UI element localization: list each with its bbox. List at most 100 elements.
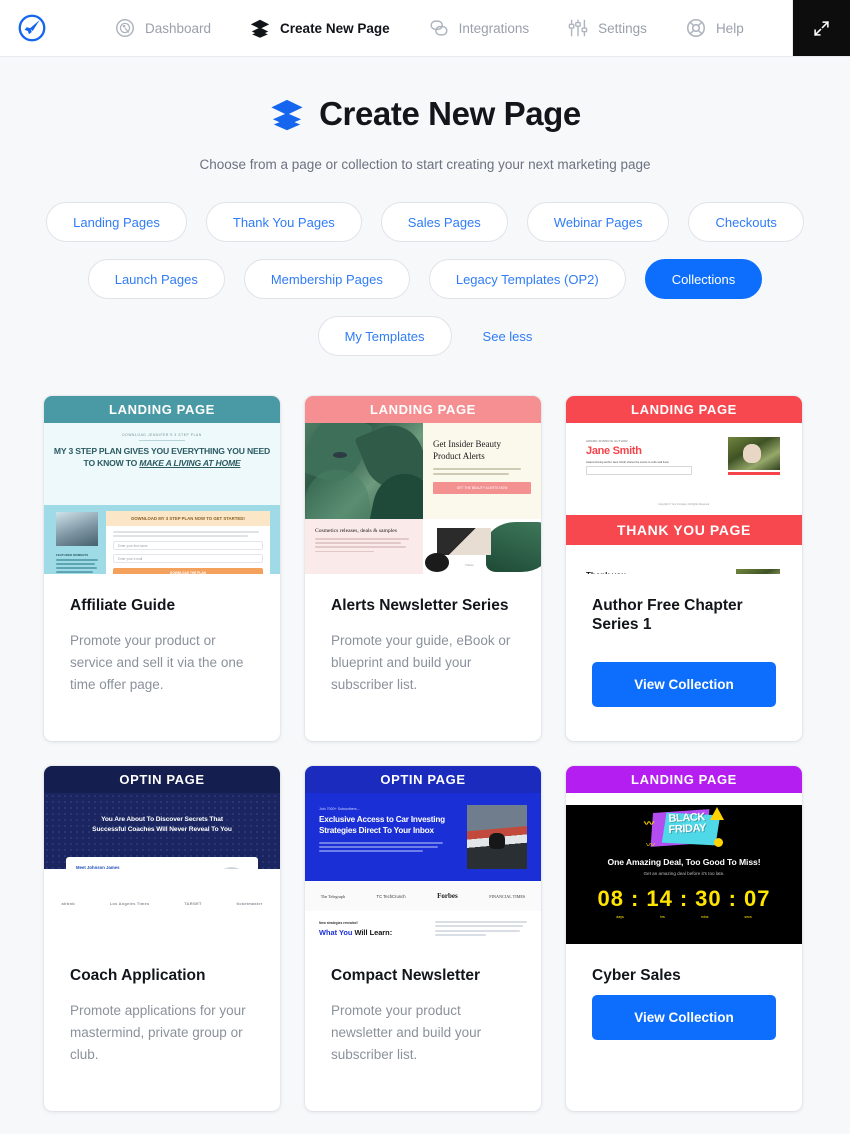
preview-lower-kicker: New strategies revealed! — [319, 921, 358, 925]
nav-item-settings[interactable]: Settings — [567, 17, 647, 39]
card-title: Author Free Chapter Series 1 — [592, 597, 743, 634]
card-body: Author Free Chapter Series 1 Author Free… — [566, 574, 802, 707]
preview-input-2-label: Enter your e-mail — [118, 557, 143, 562]
app-logo[interactable] — [0, 14, 64, 42]
card-description: Promote your guide, eBook or blueprint a… — [331, 633, 511, 693]
template-card-author-free-chapter-series-1[interactable]: LANDING PAGE AWARD WINNING AUTHOR Jane S… — [566, 396, 802, 741]
preview-black-friday-badge: 〰 〰 BLACK FRIDAY — [642, 805, 726, 851]
countdown-minutes: 30 — [695, 886, 722, 911]
preview-hero-copy: Get Insider Beauty Product Alerts GET TH… — [423, 423, 541, 519]
preview-hero-image — [305, 423, 423, 519]
template-card-cyber-sales[interactable]: LANDING PAGE 〰 〰 BLACK FRIDAY One Amazin… — [566, 766, 802, 1111]
preview-lower-right — [427, 921, 527, 944]
preview-form-copy — [113, 531, 263, 537]
top-navigation-bar: Dashboard Create New Page Integrations S… — [0, 0, 850, 57]
preview-headline: You Are About To Discover Secrets That S… — [44, 793, 280, 835]
thumbnail-preview-art: DOWNLOAD JENNIFER'S 3 STEP PLAN MY 3 STE… — [44, 423, 280, 574]
filter-pill-thank-you-pages[interactable]: Thank You Pages — [205, 202, 362, 242]
preview-hero: 〰 〰 BLACK FRIDAY One Amazing Deal, Too G… — [566, 805, 802, 944]
preview-press-3: Forbes — [437, 892, 458, 900]
template-card-grid: LANDING PAGE DOWNLOAD JENNIFER'S 3 STEP … — [44, 396, 806, 1111]
nav-item-create-new-page[interactable]: Create New Page — [249, 17, 390, 39]
preview-countdown-labels: days hrs mins secs — [566, 915, 802, 919]
thumbnail-preview-art: AWARD WINNING AUTHOR Jane Smith Award wi… — [566, 423, 802, 574]
preview-squiggle-icon-2: 〰 — [646, 840, 656, 850]
filter-row-3: My Templates See less — [0, 316, 850, 356]
template-card-coach-application[interactable]: OPTIN PAGE You Are About To Discover Sec… — [44, 766, 280, 1111]
filter-pill-landing-pages[interactable]: Landing Pages — [46, 202, 187, 242]
preview-hero: Join 7000+ Subscribers... Exclusive Acce… — [305, 793, 541, 881]
countdown-label-hours: hrs — [659, 915, 665, 919]
preview-lower-heading: Cosmetics releases, deals & samples — [315, 528, 397, 534]
template-card-alerts-newsletter-series[interactable]: LANDING PAGE Get Insider Beauty Product … — [305, 396, 541, 741]
layers-stack-icon — [250, 19, 270, 38]
view-collection-button[interactable]: View Collection — [592, 995, 776, 1040]
view-collection-button[interactable]: View Collection — [592, 662, 776, 707]
page-header: Create New Page Choose from a page or co… — [0, 57, 850, 172]
preview-squiggle-icon: 〰 — [644, 819, 654, 830]
thumbnail-ribbon: OPTIN PAGE — [305, 766, 541, 793]
dashboard-gauge-icon — [116, 19, 134, 37]
preview-hero: Get Insider Beauty Product Alerts GET TH… — [305, 423, 541, 519]
preview-lower: Cosmetics releases, deals & samples Pale… — [305, 519, 541, 574]
nav-item-integrations[interactable]: Integrations — [428, 17, 529, 39]
nav-item-help[interactable]: Help — [685, 17, 744, 39]
preview-badge-text: BLACK FRIDAY — [655, 811, 718, 835]
card-title: Coach Application — [70, 967, 206, 984]
thumbnail-ribbon: LANDING PAGE — [566, 766, 802, 793]
preview-lower: New strategies revealed! What You Will L… — [305, 911, 541, 944]
filter-pill-webinar-pages[interactable]: Webinar Pages — [526, 202, 670, 242]
preview-photo — [56, 512, 98, 546]
preview-press-4: FINANCIAL TIMES — [489, 893, 526, 899]
nav-item-dashboard[interactable]: Dashboard — [114, 17, 211, 39]
preview-press-2: TC TechCrunch — [376, 893, 406, 899]
preview-logo-2: Los Angeles Times — [109, 900, 150, 906]
template-thumbnail: LANDING PAGE AWARD WINNING AUTHOR Jane S… — [566, 396, 802, 574]
filter-pill-legacy-templates[interactable]: Legacy Templates (OP2) — [428, 259, 626, 299]
filter-pill-launch-pages[interactable]: Launch Pages — [87, 259, 225, 299]
filter-pill-groups: Landing Pages Thank You Pages Sales Page… — [0, 202, 850, 356]
preview-headline-2: Successful Coaches Will Never Reveal To … — [92, 826, 232, 834]
preview-divider — [139, 440, 185, 441]
preview-headline: Get Insider Beauty Product Alerts — [433, 439, 501, 461]
preview-input-1-label: Enter your first name — [118, 544, 148, 549]
preview-landing-page: AWARD WINNING AUTHOR Jane Smith Award wi… — [566, 423, 802, 515]
template-thumbnail: LANDING PAGE DOWNLOAD JENNIFER'S 3 STEP … — [44, 396, 280, 574]
preview-kicker: DOWNLOAD JENNIFER'S 3 STEP PLAN — [122, 433, 202, 437]
thumbnail-ribbon: LANDING PAGE — [44, 396, 280, 423]
filter-pill-membership-pages[interactable]: Membership Pages — [243, 259, 410, 299]
countdown-label-seconds: secs — [744, 915, 752, 919]
preview-headline-2-text: TO KNOW TO — [83, 458, 138, 469]
card-title: Affiliate Guide — [70, 597, 176, 614]
preview-photo-underline — [728, 472, 780, 475]
preview-side-heading: FEATURED MOMENTS — [56, 553, 89, 557]
expand-fullscreen-button[interactable] — [792, 0, 850, 56]
filter-pill-collections[interactable]: Collections — [644, 259, 763, 299]
filter-pill-checkouts[interactable]: Checkouts — [688, 202, 804, 242]
preview-cta-button: DOWNLOAD THE PLAN — [113, 568, 263, 574]
rocket-logo-icon — [18, 14, 46, 42]
preview-headline-1: MY 3 STEP PLAN GIVES YOU EVERYTHING YOU … — [53, 446, 271, 456]
thumbnail-preview-art: 〰 〰 BLACK FRIDAY One Amazing Deal, Too G… — [566, 793, 802, 944]
countdown-hours: 14 — [646, 886, 673, 911]
card-body: Compact Newsletter Promote your product … — [305, 944, 541, 1066]
sliders-icon — [568, 19, 588, 37]
preview-hero-image — [467, 805, 527, 869]
filter-row-2: Launch Pages Membership Pages Legacy Tem… — [0, 259, 850, 299]
filter-pill-my-templates[interactable]: My Templates — [317, 316, 452, 356]
preview-copy: Award winning author Jane Smith shares t… — [586, 461, 670, 464]
preview-thank-you-page: Thank you — [566, 545, 802, 574]
card-body: Affiliate Guide Promote your product or … — [44, 574, 280, 696]
preview-lower-image: Palette — [423, 519, 541, 574]
see-less-link[interactable]: See less — [483, 329, 533, 344]
template-card-compact-newsletter[interactable]: OPTIN PAGE Join 7000+ Subscribers... Exc… — [305, 766, 541, 1111]
thumbnail-preview-art: You Are About To Discover Secrets That S… — [44, 793, 280, 944]
preview-input-first-name: Enter your first name — [113, 541, 263, 550]
preview-headline: One Amazing Deal, Too Good To Miss! — [607, 857, 761, 867]
template-thumbnail: OPTIN PAGE Join 7000+ Subscribers... Exc… — [305, 766, 541, 944]
thumbnail-preview-art: Get Insider Beauty Product Alerts GET TH… — [305, 423, 541, 574]
preview-headline-emphasis: MAKE A LIVING AT HOME — [139, 458, 241, 469]
template-card-affiliate-guide[interactable]: LANDING PAGE DOWNLOAD JENNIFER'S 3 STEP … — [44, 396, 280, 741]
countdown-label-minutes: mins — [700, 915, 709, 919]
filter-pill-sales-pages[interactable]: Sales Pages — [380, 202, 508, 242]
